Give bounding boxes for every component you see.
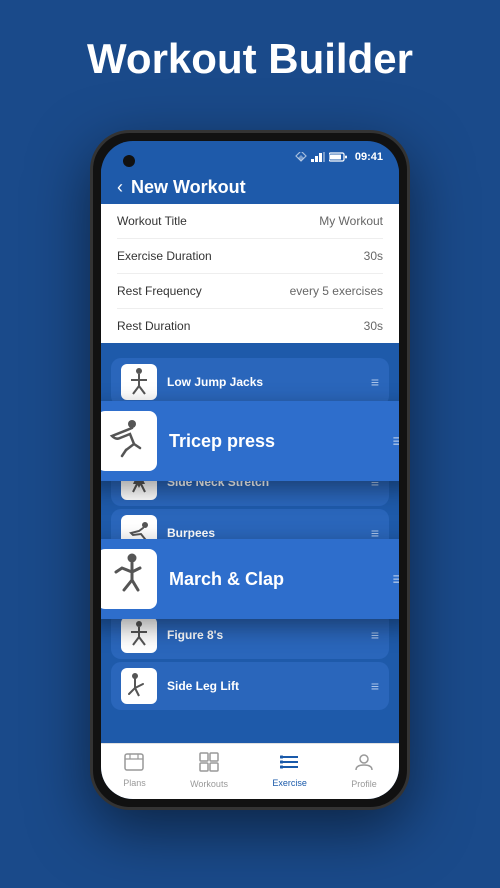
setting-label: Workout Title (117, 214, 187, 228)
nav-label: Workouts (190, 779, 228, 789)
setting-value: 30s (364, 319, 383, 333)
exercise-name: Figure 8's (167, 628, 361, 642)
exercise-list-inner: Low Jump Jacks ≡ (101, 351, 399, 717)
back-button[interactable]: ‹ (117, 177, 123, 198)
battery-icon (329, 152, 347, 162)
workouts-icon (199, 752, 219, 777)
page-header: Workout Builder (0, 0, 500, 102)
plans-svg-icon (124, 753, 144, 771)
exercise-icon (280, 753, 300, 776)
exercise-item-march-clap-floating[interactable]: March & Clap ≡ (101, 539, 399, 619)
exercise-thumb-large (101, 411, 157, 471)
exercise-name: Low Jump Jacks (167, 375, 361, 389)
exercise-list: Low Jump Jacks ≡ (101, 351, 399, 717)
plans-icon (124, 753, 144, 776)
exercise-name: Burpees (167, 526, 361, 540)
nav-label: Exercise (272, 778, 307, 788)
drag-handle-icon[interactable]: ≡ (392, 569, 399, 590)
setting-exercise-duration[interactable]: Exercise Duration 30s (117, 239, 383, 274)
exercise-thumb-large (101, 549, 157, 609)
nav-item-exercise[interactable]: Exercise (272, 753, 307, 788)
nav-item-profile[interactable]: Profile (351, 752, 377, 789)
low-jump-jacks-icon (123, 366, 155, 398)
drag-handle-icon[interactable]: ≡ (371, 627, 379, 643)
nav-item-plans[interactable]: Plans (123, 753, 146, 788)
march-clap-large-icon (102, 552, 152, 607)
page-title: Workout Builder (30, 36, 470, 82)
profile-svg-icon (354, 752, 374, 772)
setting-workout-title[interactable]: Workout Title My Workout (117, 204, 383, 239)
setting-label: Rest Frequency (117, 284, 202, 298)
wifi-icon (295, 152, 307, 162)
signal-icon (311, 152, 325, 162)
camera-hole (123, 155, 135, 167)
phone-navbar: ‹ New Workout (101, 167, 399, 204)
exercise-name: Side Leg Lift (167, 679, 361, 693)
setting-label: Rest Duration (117, 319, 190, 333)
side-leg-lift-icon (123, 670, 155, 702)
signal-icons (295, 152, 347, 162)
drag-handle-icon[interactable]: ≡ (371, 374, 379, 390)
setting-label: Exercise Duration (117, 249, 212, 263)
exercise-thumb (121, 364, 157, 400)
setting-rest-frequency[interactable]: Rest Frequency every 5 exercises (117, 274, 383, 309)
setting-value: every 5 exercises (290, 284, 383, 298)
drag-handle-icon[interactable]: ≡ (392, 431, 399, 452)
settings-section: Workout Title My Workout Exercise Durati… (101, 204, 399, 343)
status-bar: 09:41 (101, 141, 399, 167)
workouts-svg-icon (199, 752, 219, 772)
tricep-press-icon (102, 416, 152, 466)
exercise-name-floating: Tricep press (169, 431, 380, 452)
figure-8s-icon (123, 619, 155, 651)
exercise-svg-icon (280, 753, 300, 771)
drag-handle-icon[interactable]: ≡ (371, 678, 379, 694)
profile-icon (354, 752, 374, 777)
exercise-item-side-leg-lift[interactable]: Side Leg Lift ≡ (111, 662, 389, 710)
nav-label: Profile (351, 779, 377, 789)
exercise-item-tricep-press-floating[interactable]: Tricep press ≡ (101, 401, 399, 481)
exercise-name-floating: March & Clap (169, 569, 380, 590)
screen-title: New Workout (131, 177, 246, 198)
exercise-thumb (121, 617, 157, 653)
phone-mockup: 09:41 ‹ New Workout Workout Title My Wor… (90, 130, 410, 810)
setting-value: My Workout (319, 214, 383, 228)
exercise-thumb (121, 668, 157, 704)
nav-item-workouts[interactable]: Workouts (190, 752, 228, 789)
setting-rest-duration[interactable]: Rest Duration 30s (117, 309, 383, 343)
phone-screen: 09:41 ‹ New Workout Workout Title My Wor… (101, 141, 399, 799)
status-time: 09:41 (355, 151, 383, 163)
exercise-item-low-jump-jacks[interactable]: Low Jump Jacks ≡ (111, 358, 389, 406)
nav-label: Plans (123, 778, 146, 788)
bottom-nav: Plans Workouts (101, 743, 399, 799)
setting-value: 30s (364, 249, 383, 263)
